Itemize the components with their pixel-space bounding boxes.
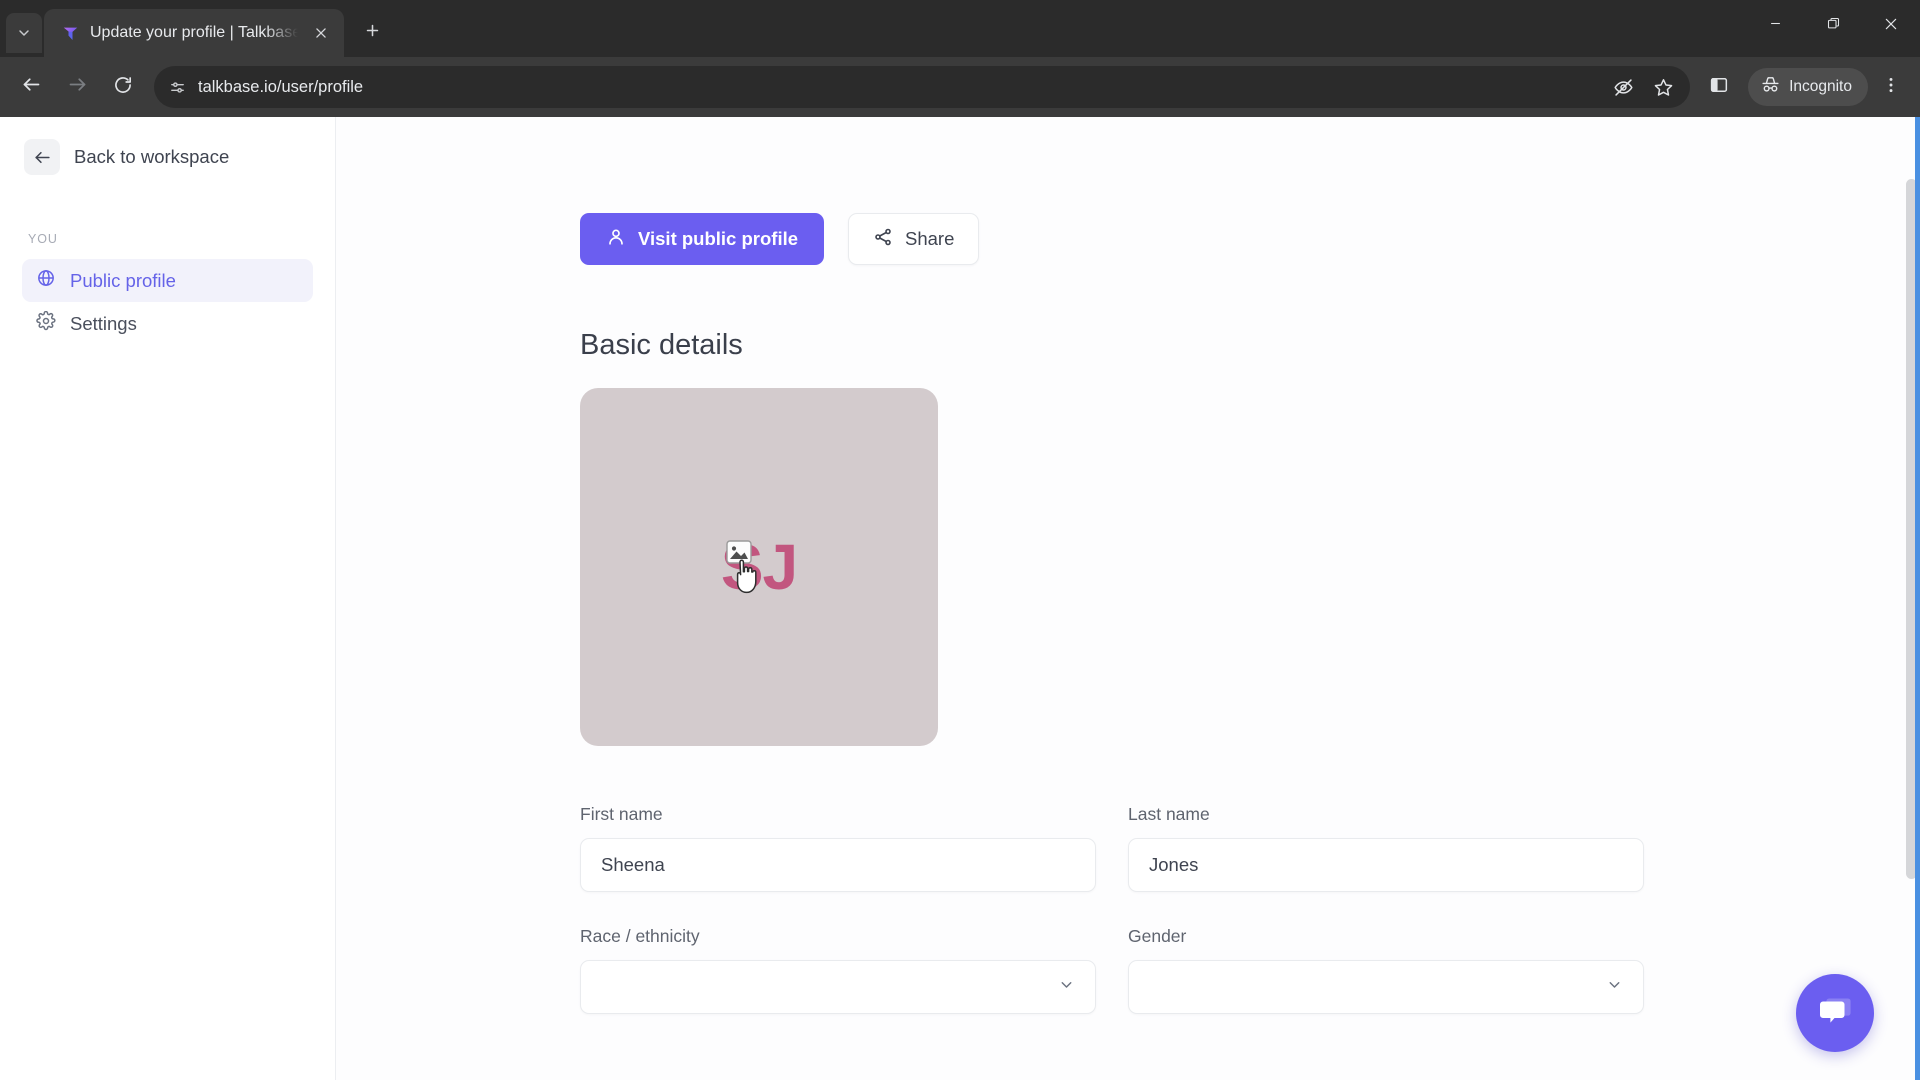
field-first-name: First name [580,804,1096,892]
person-icon [606,227,626,252]
basic-details-form: First name Last name Race / ethnicity [580,804,1644,1014]
browser-menu-button[interactable] [1872,68,1910,106]
globe-icon [36,268,56,293]
window-minimize-button[interactable] [1746,0,1804,52]
minimize-icon [1768,16,1783,36]
profile-action-row: Visit public profile Share [580,213,1920,265]
incognito-indicator[interactable]: Incognito [1748,68,1868,106]
sidebar-nav-list: Public profile Settings [22,259,313,345]
star-icon[interactable] [1644,68,1682,106]
field-label: Race / ethnicity [580,926,700,946]
arrow-right-icon [67,74,88,100]
arrow-left-icon [24,139,60,175]
sidebar-item-label: Settings [70,312,137,334]
field-race-ethnicity: Race / ethnicity [580,926,1096,1014]
url-text: talkbase.io/user/profile [198,77,364,96]
side-panel-icon [1709,75,1729,100]
avatar-initials: SJ [720,531,798,603]
reload-button[interactable] [102,66,144,108]
field-last-name: Last name [1128,804,1644,892]
side-panel-button[interactable] [1700,68,1738,106]
new-tab-button[interactable] [354,15,390,51]
back-button[interactable] [10,66,52,108]
gender-select[interactable] [1128,960,1644,1014]
window-controls [1746,0,1920,52]
three-dot-menu-icon [1881,75,1901,100]
share-nodes-icon [873,227,893,252]
page-settings-icon[interactable] [162,72,192,102]
gear-icon [36,310,56,336]
address-bar[interactable]: talkbase.io/user/profile [154,66,1691,108]
chevron-down-icon [16,25,32,41]
plus-icon [364,22,381,44]
avatar-upload-area[interactable]: SJ [580,388,938,746]
talkbase-logo-icon [60,23,80,43]
restore-icon [1826,16,1841,36]
first-name-input[interactable] [580,838,1096,892]
browser-window: Update your profile | Talkbase.io talkba… [0,0,1920,1080]
tab-title: Update your profile | Talkbase.io [90,24,298,41]
share-button[interactable]: Share [848,213,980,265]
visit-public-profile-button[interactable]: Visit public profile [580,213,825,265]
tab-close-button[interactable] [308,20,334,46]
back-to-workspace-button[interactable]: Back to workspace [22,135,313,179]
visit-public-profile-label: Visit public profile [638,228,799,249]
main-content: Visit public profile Share Basic details… [336,117,1920,1080]
page-title: Basic details [580,329,743,361]
sidebar-item-settings[interactable]: Settings [22,302,313,345]
field-gender: Gender [1128,926,1644,1014]
chevron-down-icon [1058,976,1075,998]
sidebar-section-label: YOU [28,232,58,246]
chat-bubbles-icon [1815,991,1855,1036]
forward-button[interactable] [56,66,98,108]
back-to-workspace-label: Back to workspace [74,146,230,167]
close-icon [1883,16,1899,37]
tab-strip: Update your profile | Talkbase.io [0,0,1920,57]
last-name-input[interactable] [1128,838,1644,892]
omnibox-actions [1604,68,1682,106]
window-close-button[interactable] [1862,0,1920,52]
field-label: Last name [1128,804,1210,824]
window-maximize-button[interactable] [1804,0,1862,52]
browser-tab[interactable]: Update your profile | Talkbase.io [44,9,344,57]
field-label: First name [580,804,663,824]
incognito-label: Incognito [1789,78,1852,95]
page-focus-outline [1915,117,1920,1080]
field-label: Gender [1128,926,1187,946]
arrow-left-icon [21,74,42,100]
chat-widget-button[interactable] [1796,974,1874,1052]
incognito-hat-icon [1760,74,1781,100]
sidebar-item-public-profile[interactable]: Public profile [22,259,313,302]
tab-search-button[interactable] [6,13,42,53]
browser-toolbar: talkbase.io/user/profile Incognito [0,57,1920,117]
share-label: Share [905,228,955,249]
chevron-down-icon [1606,976,1623,998]
sidebar: Back to workspace YOU Public profile Set… [0,117,336,1080]
sidebar-item-label: Public profile [70,269,176,291]
reload-icon [113,75,133,100]
race-ethnicity-select[interactable] [580,960,1096,1014]
eye-off-icon[interactable] [1604,68,1642,106]
page-viewport: Back to workspace YOU Public profile Set… [0,117,1920,1080]
